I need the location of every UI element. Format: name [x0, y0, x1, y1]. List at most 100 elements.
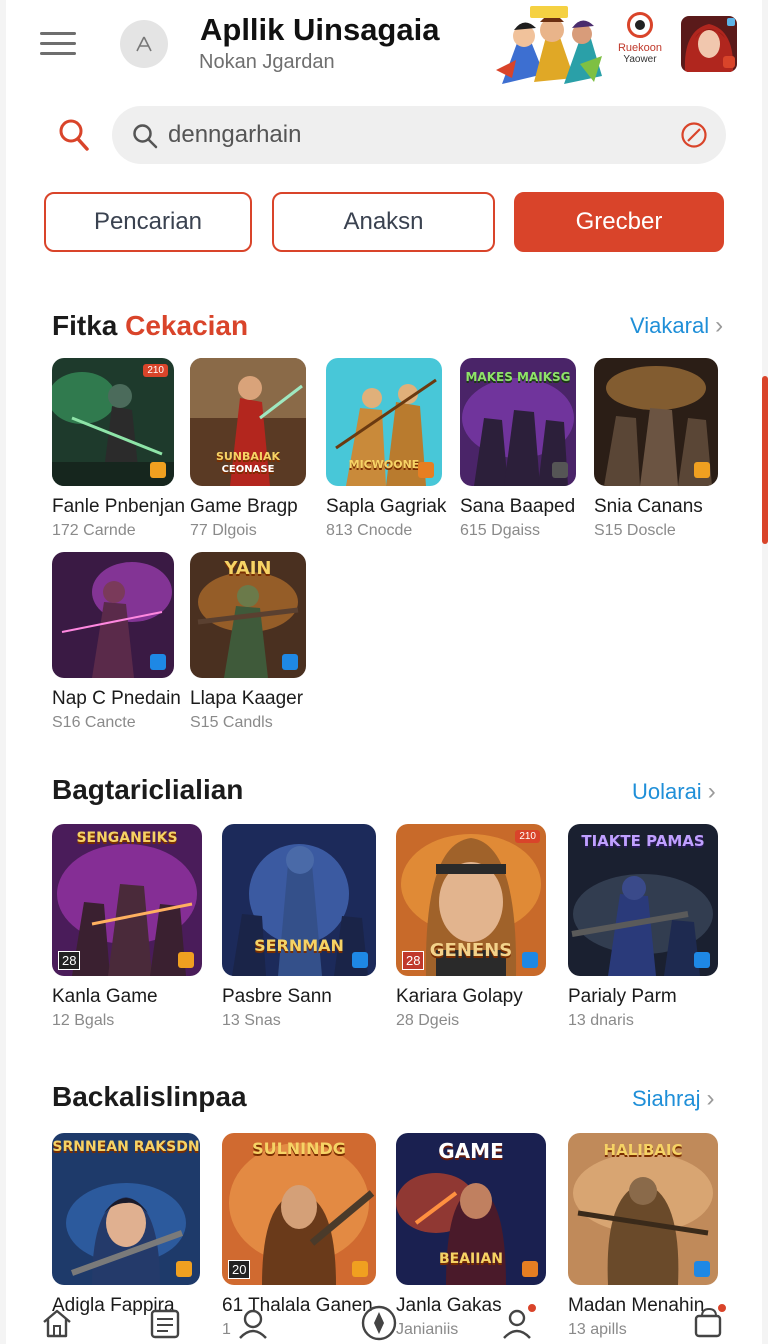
- platform-badge-icon: [522, 1261, 538, 1277]
- rating-tag: 210: [143, 364, 168, 377]
- art-caption: SULNINDG: [252, 1139, 346, 1158]
- platform-badge-icon: [282, 654, 298, 670]
- hamburger-menu-icon[interactable]: [40, 32, 76, 58]
- game-art: 210: [52, 358, 174, 486]
- platform-badge-icon: [418, 462, 434, 478]
- view-all-link-third[interactable]: Siahraj ›: [632, 1085, 714, 1113]
- game-meta: 28 Dgeis: [396, 1012, 460, 1029]
- game-title: Kanla Game: [52, 986, 158, 1007]
- chevron-right-icon: ›: [707, 778, 716, 805]
- search-icon[interactable]: [58, 118, 90, 152]
- age-rating-tag: 20: [228, 1260, 251, 1279]
- promo-logo[interactable]: Ruekoon Yaower: [608, 12, 672, 78]
- section-title-second: Bagtariclialian: [52, 774, 244, 805]
- game-title: Pasbre Sann: [222, 986, 332, 1007]
- game-card[interactable]: MICWOONE Sapla Gagriak 813 Cnocde: [326, 358, 446, 540]
- notification-dot: [526, 1302, 538, 1314]
- game-title: Kariara Golapy: [396, 986, 523, 1007]
- profile-thumbnail[interactable]: [681, 16, 737, 72]
- game-art: SRNNEAN RAKSDN: [52, 1133, 200, 1285]
- game-art: SERNMAN: [222, 824, 376, 976]
- avatar[interactable]: [120, 20, 168, 68]
- game-art: MAKES MAIKSG: [460, 358, 576, 486]
- game-title: Fanle Pnbenjan: [52, 496, 186, 517]
- rating-tag: 210: [515, 830, 540, 843]
- age-rating-tag: 28: [402, 951, 425, 970]
- platform-badge-icon: [178, 952, 194, 968]
- promo-logo-line1: Ruekoon: [617, 42, 663, 54]
- platform-badge-icon: [694, 1261, 710, 1277]
- view-all-link-featured[interactable]: Viakaral ›: [630, 312, 723, 340]
- art-caption: SENGANEIKS: [76, 830, 178, 846]
- view-all-link-second[interactable]: Uolarai ›: [632, 778, 716, 806]
- user-activity-icon[interactable]: [236, 1306, 270, 1340]
- game-title: Game Bragp: [190, 496, 298, 517]
- game-meta: 77 Dlgois: [190, 522, 257, 539]
- game-card[interactable]: Snia Canans S15 Doscle: [594, 358, 718, 540]
- game-card[interactable]: SUNBAIAK CEONASE Game Bragp 77 Dlgois: [190, 358, 306, 540]
- game-card[interactable]: Nap C Pnedain S16 Cancte: [52, 552, 181, 732]
- art-caption: TIAKTE PAMAS: [581, 832, 705, 850]
- scrollbar-thumb[interactable]: [762, 376, 768, 544]
- game-art: [52, 552, 174, 678]
- game-art: 210 GENENS 28: [396, 824, 546, 976]
- art-caption: SUNBAIAK: [215, 450, 281, 463]
- chevron-right-icon: ›: [715, 312, 724, 339]
- art-caption: YAIN: [224, 558, 272, 579]
- frame-edge-left: [0, 0, 6, 1344]
- game-card[interactable]: YAIN Llapa Kaager S15 Candls: [190, 552, 306, 732]
- search-icon: [133, 124, 158, 149]
- game-card[interactable]: SRNNEAN RAKSDN Adigla Fappira: [52, 1133, 200, 1321]
- game-meta: S15 Candls: [190, 714, 273, 731]
- platform-badge-icon: [694, 952, 710, 968]
- list-icon[interactable]: [148, 1306, 182, 1340]
- game-meta: S15 Doscle: [594, 522, 676, 539]
- art-caption: HALIBAIC: [603, 1141, 683, 1159]
- scrollbar-track[interactable]: [762, 0, 768, 1344]
- search-bar[interactable]: [112, 106, 726, 164]
- view-all-label: Viakaral: [630, 313, 710, 338]
- platform-badge-icon: [176, 1261, 192, 1277]
- avatar-glyph-icon: [136, 36, 152, 52]
- search-input[interactable]: [168, 114, 668, 156]
- promo-logo-line2: Yaower: [623, 54, 657, 65]
- section-title-plain: Fitka: [52, 310, 118, 341]
- game-card[interactable]: 210 Fanle Pnbenjan 172 Carnde: [52, 358, 185, 540]
- chevron-right-icon: ›: [706, 1085, 715, 1112]
- game-art: YAIN: [190, 552, 306, 678]
- platform-badge-icon: [552, 462, 568, 478]
- game-title: Snia Canans: [594, 496, 703, 517]
- platform-badge-icon: [352, 952, 368, 968]
- age-rating-tag: 28: [58, 951, 81, 970]
- art-caption: GAME: [438, 1139, 504, 1163]
- game-meta: S16 Cancte: [52, 714, 136, 731]
- app-subtitle: Nokan Jgardan: [199, 51, 335, 73]
- game-card[interactable]: SENGANEIKS 28 Kanla Game 12 Bgals: [52, 824, 202, 1030]
- home-icon[interactable]: [40, 1306, 74, 1340]
- platform-badge-icon: [150, 654, 166, 670]
- filter-button-anaksn[interactable]: Anaksn: [272, 192, 495, 252]
- game-meta: 13 Snas: [222, 1012, 281, 1029]
- game-art: SUNBAIAK CEONASE: [190, 358, 306, 486]
- game-title: Nap C Pnedain: [52, 688, 181, 709]
- game-meta: 172 Carnde: [52, 522, 136, 539]
- app-header: Apllik Uinsagaia Nokan Jgardan Ruekoon Y…: [0, 0, 768, 96]
- view-all-label: Uolarai: [632, 779, 702, 804]
- game-art: SENGANEIKS 28: [52, 824, 202, 976]
- promo-characters-image[interactable]: [494, 4, 604, 90]
- game-card[interactable]: SERNMAN Pasbre Sann 13 Snas: [222, 824, 376, 1030]
- game-card[interactable]: 210 GENENS 28 Kariara Golapy 28 Dgeis: [396, 824, 546, 1030]
- app-title: Apllik Uinsagaia: [200, 12, 440, 47]
- game-card[interactable]: MAKES MAIKSG Sana Baaped 615 Dgaiss: [460, 358, 576, 540]
- section-title-featured: Fitka Cekacian: [52, 310, 248, 342]
- game-card[interactable]: TIAKTE PAMAS Parialy Parm 13 dnaris: [568, 824, 718, 1030]
- filter-button-pencarian[interactable]: Pencarian: [44, 192, 252, 252]
- clear-search-icon[interactable]: [680, 121, 708, 149]
- compass-icon[interactable]: [360, 1304, 398, 1342]
- game-title: Sapla Gagriak: [326, 496, 447, 517]
- game-title: Parialy Parm: [568, 986, 677, 1007]
- art-caption: MAKES MAIKSG: [465, 370, 571, 384]
- platform-badge-icon: [694, 462, 710, 478]
- filter-button-grecber[interactable]: Grecber: [514, 192, 724, 252]
- record-logo-icon: [627, 12, 653, 38]
